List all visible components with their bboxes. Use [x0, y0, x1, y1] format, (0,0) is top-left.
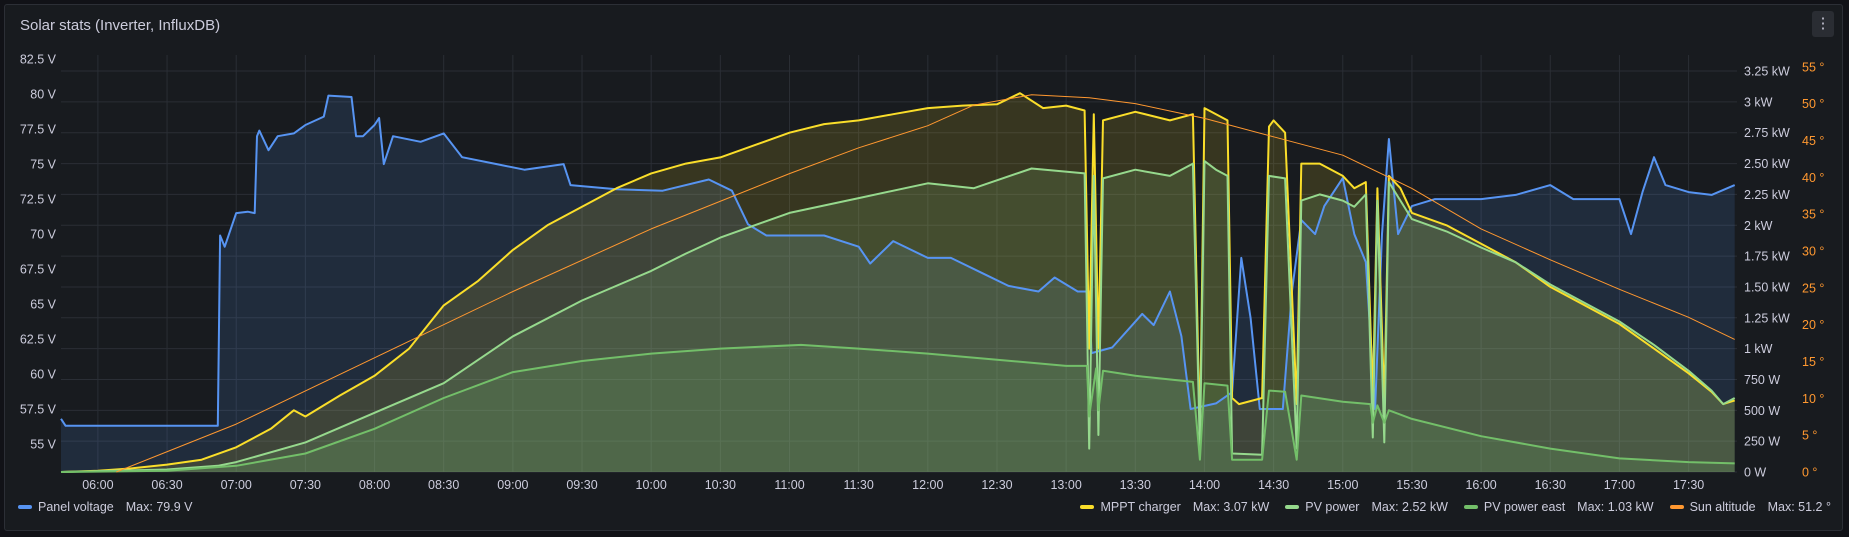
x-tick-label: 10:00	[636, 478, 667, 492]
legend-left: Panel voltage Max: 79.9 V	[18, 500, 192, 514]
x-tick-label: 08:30	[428, 478, 459, 492]
legend-item-panel-voltage[interactable]: Panel voltage Max: 79.9 V	[18, 500, 192, 514]
altitude-axis-tick-label: 25 °	[1802, 281, 1824, 295]
legend-swatch-icon	[1285, 505, 1300, 509]
legend-series-name: MPPT charger	[1100, 500, 1181, 514]
voltage-axis-tick-label: 60 V	[30, 368, 56, 382]
altitude-axis-tick-label: 0 °	[1802, 466, 1817, 480]
voltage-axis-tick-label: 67.5 V	[20, 263, 57, 277]
altitude-axis-tick-label: 30 °	[1802, 244, 1824, 258]
voltage-axis-tick-label: 55 V	[30, 438, 56, 452]
x-tick-label: 14:30	[1258, 478, 1289, 492]
legend-item-pv-power[interactable]: PV power Max: 2.52 kW	[1285, 500, 1448, 514]
power-axis-tick-label: 750 W	[1744, 373, 1780, 387]
legend-swatch-icon	[18, 505, 32, 509]
altitude-axis-tick-label: 50 °	[1802, 97, 1824, 111]
power-axis-tick-label: 1.50 kW	[1744, 280, 1790, 294]
legend-item-sun-altitude[interactable]: Sun altitude Max: 51.2 °	[1669, 500, 1831, 514]
x-tick-label: 16:00	[1465, 478, 1496, 492]
voltage-axis-tick-label: 62.5 V	[20, 333, 57, 347]
altitude-axis-tick-label: 40 °	[1802, 171, 1824, 185]
x-tick-label: 09:00	[497, 478, 528, 492]
x-tick-label: 13:30	[1120, 478, 1151, 492]
chart-svg[interactable]: 06:00 06:30 07:00 07:30 08:00 08:30 09:00 09:30…	[0, 0, 1849, 537]
voltage-axis-tick-label: 80 V	[30, 88, 56, 102]
legend-series-max: Max: 2.52 kW	[1371, 500, 1448, 514]
voltage-axis-tick-label: 82.5 V	[20, 53, 57, 67]
x-tick-label: 13:00	[1050, 478, 1081, 492]
legend-item-mppt-charger[interactable]: MPPT charger Max: 3.07 kW	[1080, 500, 1269, 514]
x-tick-label: 15:30	[1396, 478, 1427, 492]
x-tick-label: 12:30	[981, 478, 1012, 492]
legend-series-max: Max: 51.2 °	[1767, 500, 1831, 514]
altitude-axis-tick-label: 10 °	[1802, 392, 1824, 406]
legend-series-max: Max: 3.07 kW	[1192, 500, 1270, 514]
power-axis-tick-label: 2.75 kW	[1744, 126, 1790, 140]
x-tick-label: 10:30	[705, 478, 736, 492]
voltage-axis-tick-label: 75 V	[30, 158, 56, 172]
voltage-axis-tick-label: 57.5 V	[20, 403, 57, 417]
x-tick-label: 06:30	[151, 478, 182, 492]
power-axis-tick-label: 500 W	[1744, 404, 1780, 418]
x-tick-label: 07:00	[221, 478, 252, 492]
power-axis-tick-label: 1.25 kW	[1744, 311, 1790, 325]
legend-swatch-icon	[1080, 505, 1095, 509]
power-axis-tick-label: 1.75 kW	[1744, 250, 1790, 264]
x-tick-label: 17:30	[1673, 478, 1704, 492]
power-axis-tick-label: 2.50 kW	[1744, 157, 1790, 171]
legend-swatch-icon	[1669, 505, 1684, 509]
x-tick-label: 11:30	[843, 478, 873, 492]
altitude-axis-tick-label: 35 °	[1802, 208, 1824, 222]
power-axis-tick-label: 3 kW	[1744, 95, 1773, 109]
legend-right: MPPT charger Max: 3.07 kW PV power Max: 2.5…	[1080, 500, 1831, 514]
x-tick-label: 08:00	[359, 478, 390, 492]
power-axis-tick-label: 0 W	[1744, 466, 1766, 480]
x-tick-label: 15:00	[1327, 478, 1358, 492]
legend-series-name: Panel voltage	[38, 500, 114, 514]
power-axis-tick-label: 3.25 kW	[1744, 65, 1790, 79]
legend-swatch-icon	[1463, 505, 1478, 509]
legend-series-name: Sun altitude	[1689, 500, 1756, 514]
altitude-axis-tick-label: 20 °	[1802, 318, 1824, 332]
x-tick-label: 12:00	[912, 478, 943, 492]
power-axis-tick-label: 2.25 kW	[1744, 188, 1790, 202]
voltage-axis-tick-label: 77.5 V	[20, 123, 57, 137]
series-areas	[61, 93, 1735, 472]
x-tick-label: 16:30	[1535, 478, 1566, 492]
altitude-axis-tick-label: 5 °	[1802, 429, 1817, 443]
x-tick-label: 09:30	[566, 478, 597, 492]
power-axis-tick-label: 2 kW	[1744, 219, 1773, 233]
x-tick-label: 17:00	[1604, 478, 1635, 492]
legend-series-name: PV power east	[1483, 500, 1566, 514]
legend-series-max: Max: 79.9 V	[125, 500, 193, 514]
altitude-axis-tick-label: 15 °	[1802, 355, 1824, 369]
x-tick-label: 14:00	[1189, 478, 1220, 492]
voltage-axis-tick-label: 65 V	[30, 298, 56, 312]
power-axis-tick-label: 250 W	[1744, 435, 1780, 449]
power-axis-tick-label: 1 kW	[1744, 342, 1773, 356]
voltage-axis-tick-label: 70 V	[30, 228, 56, 242]
legend-series-max: Max: 1.03 kW	[1577, 500, 1654, 514]
legend-series-name: PV power	[1305, 500, 1360, 514]
legend-item-pv-power-east[interactable]: PV power east Max: 1.03 kW	[1463, 500, 1654, 514]
x-tick-label: 06:00	[82, 478, 113, 492]
altitude-axis-tick-label: 45 °	[1802, 134, 1824, 148]
altitude-axis-tick-label: 55 °	[1802, 60, 1824, 74]
voltage-axis-tick-label: 72.5 V	[20, 193, 57, 207]
x-tick-label: 11:00	[774, 478, 804, 492]
x-tick-label: 07:30	[290, 478, 321, 492]
